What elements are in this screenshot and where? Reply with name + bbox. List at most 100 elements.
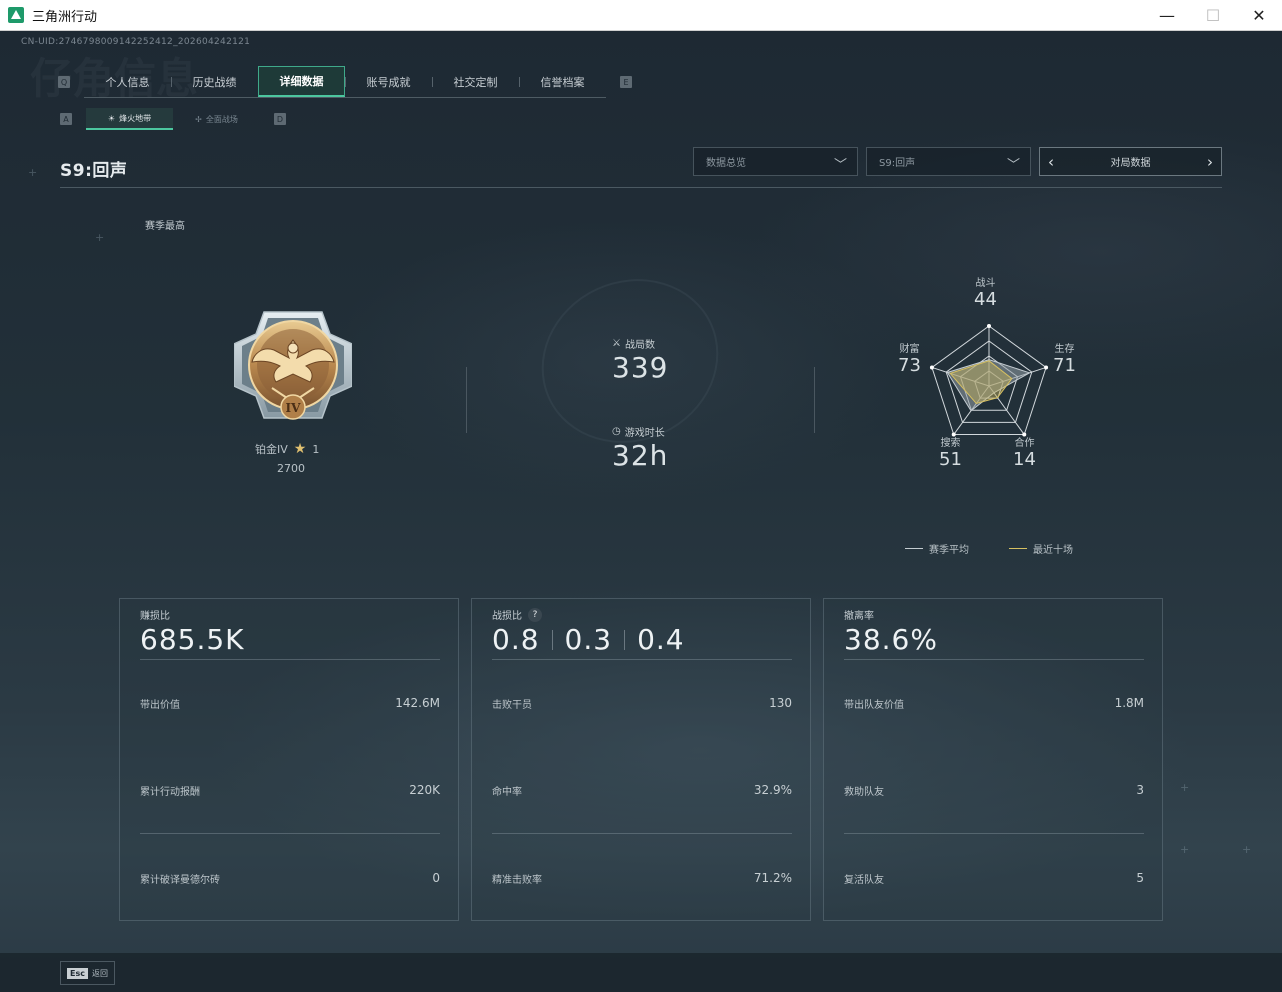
season-best-label: 赛季最高 — [145, 221, 185, 232]
divider — [814, 367, 815, 433]
rank-badge-emblem: IV — [234, 311, 352, 420]
divider — [492, 659, 792, 660]
window-controls: — ☐ ✕ — [1144, 0, 1282, 31]
main-tab-bar: Q 个人信息 历史战绩 详细数据 账号成就 社交定制 信誉档案 E — [58, 66, 632, 98]
kd-value: 0.4 — [637, 623, 685, 656]
kd-values: 0.8 0.3 0.4 — [492, 623, 685, 656]
stat-row: 累计破译曼德尔砖 0 — [140, 871, 440, 886]
close-button[interactable]: ✕ — [1236, 0, 1282, 31]
stat-row: 带出队友价值 1.8M — [844, 696, 1144, 711]
window-title: 三角洲行动 — [32, 9, 98, 25]
tab-detailed-data[interactable]: 详细数据 — [258, 66, 345, 97]
overview-dropdown-value: 数据总览 — [706, 158, 746, 169]
matches-value: 339 — [612, 351, 669, 384]
help-icon[interactable]: ? — [528, 607, 542, 622]
legend-swatch — [1009, 548, 1027, 549]
back-button[interactable]: Esc 返回 — [60, 961, 115, 985]
card-title: 战损比 ? — [492, 607, 542, 622]
tab-personal-info[interactable]: 个人信息 — [84, 66, 171, 97]
stat-row: 救助队友 3 — [844, 783, 1144, 798]
stat-row: 命中率 32.9% — [492, 783, 792, 798]
stat-card-kd: 战损比 ? 0.8 0.3 0.4 击败干员 130 命中率 32.9% 精准击… — [471, 598, 811, 921]
game-viewport: 仔角信息 CN-UID:2746798009142252412_20260424… — [0, 31, 1282, 992]
radar-label-wealth: 财富 73 — [898, 344, 921, 376]
matches-label: 战局数 — [624, 340, 655, 351]
season-title: S9:回声 — [60, 161, 128, 181]
matches-stat: ⚔ 战局数 339 — [612, 336, 668, 384]
player-uid: CN-UID:2746798009142252412_202604242121 — [21, 37, 251, 47]
operations-mode-label: 烽火地带 — [119, 113, 152, 123]
radar-label-combat: 战斗 44 — [974, 278, 997, 310]
divider — [844, 833, 1144, 834]
minimize-button[interactable]: — — [1144, 0, 1190, 31]
playtime-value: 32h — [612, 439, 669, 472]
rank-score: 2700 — [277, 462, 305, 475]
divider — [140, 833, 440, 834]
app-logo-icon — [8, 7, 24, 23]
crosshair-decoration: + — [1180, 843, 1190, 856]
radar-label-search: 搜索 51 — [939, 438, 962, 470]
esc-key-icon: Esc — [67, 967, 88, 979]
chevron-right-icon[interactable]: › — [1207, 153, 1213, 171]
tab-achievements[interactable]: 账号成就 — [345, 66, 432, 97]
tab-warfare-mode[interactable]: ✢ 全面战场 — [173, 108, 260, 130]
stat-card-profit: 赚损比 685.5K 带出价值 142.6M 累计行动报酬 220K 累计破译曼… — [119, 598, 459, 921]
legend-swatch — [905, 548, 923, 549]
kd-value: 0.3 — [564, 623, 613, 656]
divider — [551, 629, 553, 650]
stat-row: 带出价值 142.6M — [140, 696, 440, 711]
crosshair-decoration: + — [1180, 781, 1190, 794]
star-icon: ★ — [293, 441, 307, 457]
warfare-mode-label: 全面战场 — [205, 114, 238, 124]
tab-prev-key-hint[interactable]: Q — [58, 76, 70, 88]
rank-stars: 1 — [312, 442, 320, 456]
card-title: 撤离率 — [844, 611, 874, 622]
crosshair-decoration: + — [95, 231, 105, 244]
tab-credit[interactable]: 信誉档案 — [519, 66, 606, 97]
divider — [844, 659, 1144, 660]
bottom-bar — [0, 953, 1282, 992]
chevron-down-icon: ﹀ — [1006, 158, 1020, 173]
stat-card-extraction: 撤离率 38.6% 带出队友价值 1.8M 救助队友 3 复活队友 5 — [823, 598, 1163, 921]
chevron-down-icon: ﹀ — [833, 158, 847, 173]
card-title: 赚损比 — [140, 611, 170, 622]
season-divider — [60, 187, 1222, 188]
tab-operations-mode[interactable]: ☀ 烽火地带 — [86, 108, 173, 130]
operations-mode-icon: ☀ — [107, 113, 116, 123]
stat-row: 精准击败率 71.2% — [492, 871, 792, 886]
match-data-pager: ‹ 对局数据 › — [1039, 147, 1222, 176]
mode-tab-bar: A ☀ 烽火地带 ✢ 全面战场 D — [60, 108, 286, 130]
crosshair-decoration: + — [1242, 843, 1252, 856]
main-tabs: 个人信息 历史战绩 详细数据 账号成就 社交定制 信誉档案 — [84, 66, 606, 98]
rank-name: 铂金IV — [255, 443, 288, 456]
tab-next-key-hint[interactable]: E — [620, 76, 632, 88]
mode-next-key-hint[interactable]: D — [274, 113, 286, 125]
mode-tabs: ☀ 烽火地带 ✢ 全面战场 — [86, 108, 260, 130]
card-main-value: 685.5K — [140, 623, 245, 656]
divider — [466, 367, 467, 433]
stat-row: 击败干员 130 — [492, 696, 792, 711]
radar-label-survival: 生存 71 — [1053, 344, 1076, 376]
overview-dropdown[interactable]: 数据总览 ﹀ — [693, 147, 858, 176]
maximize-button[interactable]: ☐ — [1190, 0, 1236, 31]
season-dropdown-value: S9:回声 — [879, 158, 916, 169]
tab-history[interactable]: 历史战绩 — [171, 66, 258, 97]
kd-value: 0.8 — [492, 623, 540, 656]
back-label: 返回 — [91, 968, 108, 978]
stat-row: 累计行动报酬 220K — [140, 783, 440, 798]
badge-numeral: IV — [286, 401, 302, 415]
tab-social[interactable]: 社交定制 — [432, 66, 519, 97]
clock-icon: ◷ — [612, 426, 621, 437]
window-titlebar: 三角洲行动 — ☐ ✕ — [0, 0, 1282, 31]
mode-prev-key-hint[interactable]: A — [60, 113, 72, 125]
playtime-label: 游戏时长 — [624, 428, 665, 439]
stat-row: 复活队友 5 — [844, 871, 1144, 886]
season-dropdown[interactable]: S9:回声 ﹀ — [866, 147, 1031, 176]
radar-vertex — [929, 365, 934, 370]
legend-recent-ten: 最近十场 — [1009, 541, 1073, 556]
legend-season-average: 赛季平均 — [905, 541, 969, 556]
crossed-swords-icon: ⚔ — [612, 338, 621, 349]
playtime-stat: ◷ 游戏时长 32h — [612, 424, 668, 472]
radar-vertex — [987, 324, 991, 328]
chevron-left-icon[interactable]: ‹ — [1048, 153, 1054, 171]
